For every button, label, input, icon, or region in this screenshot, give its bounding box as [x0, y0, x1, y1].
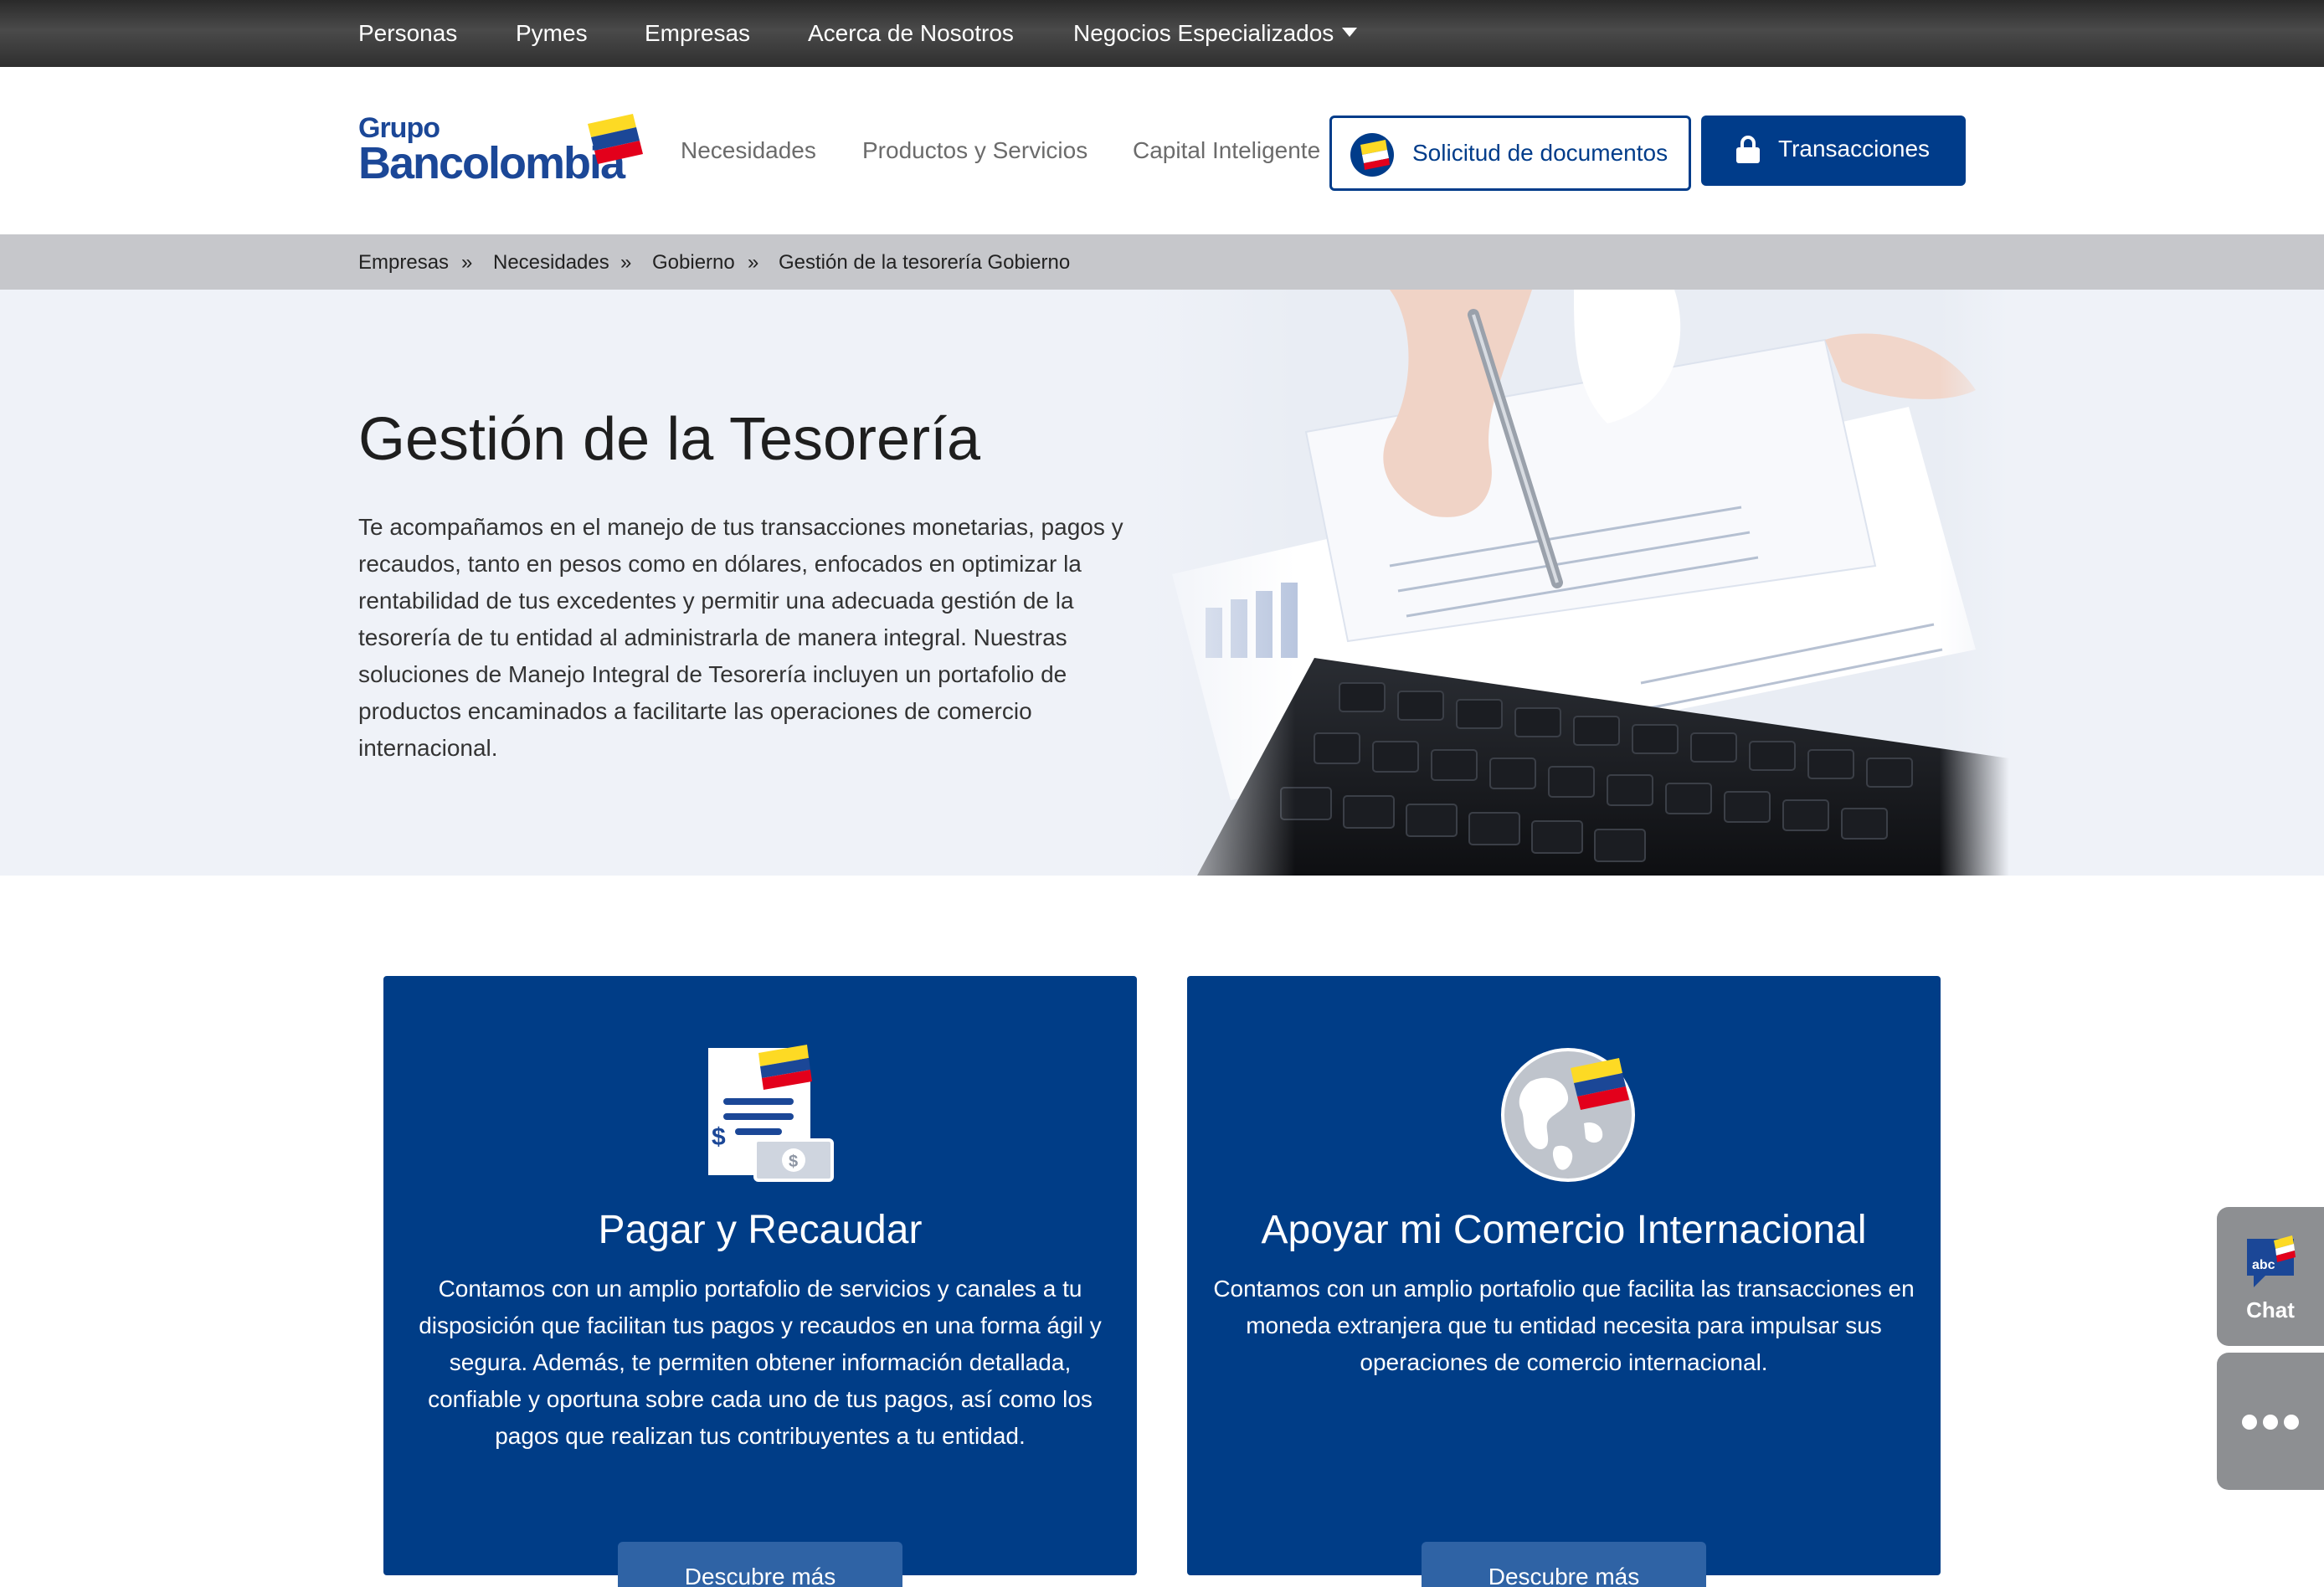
lock-icon [1736, 136, 1760, 163]
globe-icon [1501, 1048, 1635, 1182]
chat-label: Chat [2246, 1297, 2295, 1322]
descubre-mas-button[interactable]: Descubre más [1422, 1542, 1706, 1587]
breadcrumb-separator: » [461, 251, 473, 274]
page-title: Gestión de la Tesorería [358, 406, 981, 473]
descubre-mas-button[interactable]: Descubre más [618, 1542, 902, 1587]
breadcrumb-current: Gestión de la tesorería Gobierno [779, 251, 1071, 274]
descubre-mas-label: Descubre más [1488, 1564, 1640, 1587]
chat-widget-button[interactable]: abc Chat [2217, 1207, 2324, 1346]
breadcrumb: Empresas » Necesidades » Gobierno » Gest… [0, 234, 2324, 290]
breadcrumb-separator: » [748, 251, 759, 274]
topnav-pymes[interactable]: Pymes [516, 18, 588, 49]
solicitud-documentos-label: Solicitud de documentos [1412, 140, 1668, 166]
card-title: Pagar y Recaudar [598, 1208, 923, 1252]
transacciones-button[interactable]: Transacciones [1701, 116, 1966, 186]
main-header: Grupo Bancolombia Necesidades Productos … [0, 67, 2324, 234]
descubre-mas-label: Descubre más [684, 1564, 836, 1587]
nav-productos-servicios[interactable]: Productos y Servicios [862, 136, 1087, 166]
chat-bubble-icon [1350, 133, 1394, 177]
more-dot-icon [2242, 1415, 2257, 1430]
breadcrumb-gobierno[interactable]: Gobierno [652, 251, 735, 275]
topnav-acerca[interactable]: Acerca de Nosotros [808, 18, 1014, 49]
svg-text:$: $ [712, 1123, 726, 1151]
breadcrumb-necesidades[interactable]: Necesidades [493, 251, 609, 275]
bancolombia-logo[interactable]: Grupo Bancolombia [358, 112, 643, 188]
card-title: Apoyar mi Comercio Internacional [1261, 1208, 1867, 1252]
top-navigation-bar: Personas Pymes Empresas Acerca de Nosotr… [0, 0, 2324, 67]
more-dot-icon [2263, 1415, 2278, 1430]
topnav-negocios-label: Negocios Especializados [1073, 20, 1334, 46]
solicitud-documentos-button[interactable]: Solicitud de documentos [1329, 116, 1691, 191]
card-description: Contamos con un amplio portafolio que fa… [1213, 1276, 1915, 1375]
bancolombia-flag-icon [588, 114, 643, 164]
card-description: Contamos con un amplio portafolio de ser… [419, 1276, 1102, 1449]
caret-down-icon [1342, 28, 1358, 38]
hero-section: Gestión de la Tesorería Te acompañamos e… [0, 290, 2324, 876]
nav-capital-inteligente[interactable]: Capital Inteligente [1133, 136, 1320, 166]
card-comercio-internacional: Apoyar mi Comercio Internacional Contamo… [1187, 976, 1941, 1575]
hero-photo-documents-keyboard [1139, 290, 2009, 876]
more-options-button[interactable] [2217, 1353, 2324, 1490]
topnav-negocios-especializados[interactable]: Negocios Especializados [1073, 18, 1358, 49]
topnav-empresas[interactable]: Empresas [645, 18, 750, 49]
more-dot-icon [2284, 1415, 2299, 1430]
invoice-payment-icon: $ $ [708, 1045, 834, 1182]
chat-icon-text: abc [2252, 1258, 2275, 1272]
card-pagar-recaudar: $ $ Pagar y Recaudar Contamos con un amp… [383, 976, 1137, 1575]
breadcrumb-empresas[interactable]: Empresas [358, 251, 449, 275]
svg-text:$: $ [789, 1153, 798, 1171]
chat-bubble-icon: abc [2247, 1235, 2296, 1287]
transacciones-label: Transacciones [1778, 136, 1931, 162]
breadcrumb-separator: » [620, 251, 632, 274]
nav-necesidades[interactable]: Necesidades [681, 136, 816, 166]
topnav-personas[interactable]: Personas [358, 18, 457, 49]
hero-description: Te acompañamos en el manejo de tus trans… [358, 514, 1123, 761]
